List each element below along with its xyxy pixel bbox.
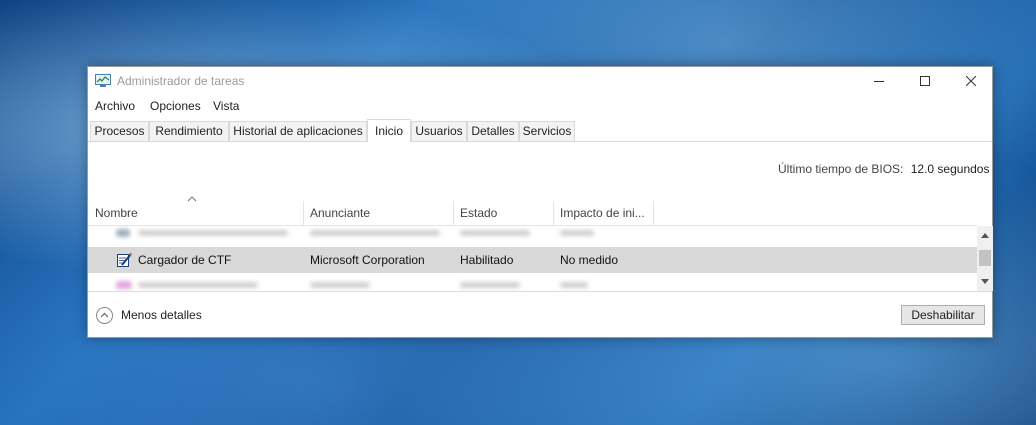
bios-time-label: Último tiempo de BIOS: [778,162,904,176]
maximize-icon [920,76,930,86]
disable-button[interactable]: Deshabilitar [901,305,985,325]
cell-status: Habilitado [460,253,514,267]
close-icon [966,76,976,86]
maximize-button[interactable] [902,67,948,95]
column-separator[interactable] [453,201,454,225]
minimize-button[interactable] [856,67,902,95]
column-separator[interactable] [653,201,654,225]
list-item-blurred[interactable] [88,226,977,246]
cell-publisher: Microsoft Corporation [310,253,425,267]
bios-time: Último tiempo de BIOS: 12.0 segundos [778,162,989,176]
tab-rendimiento[interactable]: Rendimiento [149,121,229,141]
bios-time-value: 12.0 segundos [910,162,990,176]
list-item-selected[interactable]: Cargador de CTF Microsoft Corporation Ha… [88,247,977,273]
startup-list: Cargador de CTF Microsoft Corporation Ha… [88,226,977,291]
column-header-impacto[interactable]: Impacto de ini... [560,201,652,225]
cell-name: Cargador de CTF [138,253,232,267]
menu-bar: Archivo Opciones Vista [88,96,992,116]
title-bar[interactable]: Administrador de tareas [88,67,992,95]
task-manager-app-icon [95,74,111,87]
less-details-label: Menos detalles [121,308,202,322]
tab-procesos[interactable]: Procesos [90,121,149,141]
less-details-toggle[interactable]: Menos detalles [96,305,202,325]
scroll-down-icon[interactable] [981,279,989,285]
column-header-estado[interactable]: Estado [460,201,552,225]
vertical-scrollbar[interactable] [977,226,993,291]
menu-vista[interactable]: Vista [213,99,239,113]
menu-opciones[interactable]: Opciones [150,99,201,113]
close-button[interactable] [948,67,994,95]
scrollbar-thumb[interactable] [979,250,991,266]
minimize-icon [874,81,884,82]
tab-inicio[interactable]: Inicio [367,119,411,142]
task-manager-window: Administrador de tareas Archivo Opciones… [87,66,993,338]
column-header-nombre[interactable]: Nombre [95,201,302,225]
list-item-blurred[interactable] [88,276,977,291]
column-separator[interactable] [553,201,554,225]
tab-historial-aplicaciones[interactable]: Historial de aplicaciones [229,121,367,141]
cell-impact: No medido [560,253,619,267]
tab-servicios[interactable]: Servicios [519,121,575,141]
column-separator[interactable] [303,201,304,225]
footer-divider [88,291,992,292]
column-header-anunciante[interactable]: Anunciante [310,201,452,225]
chevron-up-icon [96,306,113,324]
scroll-up-icon[interactable] [981,232,989,238]
tab-usuarios[interactable]: Usuarios [411,121,467,141]
tab-detalles[interactable]: Detalles [467,121,519,141]
ctf-loader-icon [117,252,132,267]
menu-archivo[interactable]: Archivo [95,99,135,113]
window-title: Administrador de tareas [117,74,245,88]
tab-strip: Procesos Rendimiento Historial de aplica… [88,119,992,142]
